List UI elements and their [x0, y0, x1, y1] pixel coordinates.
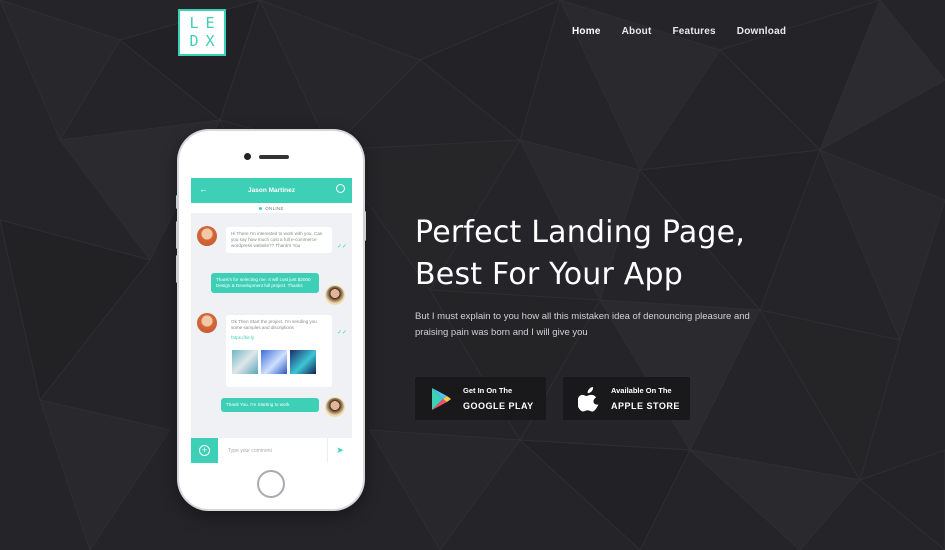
phone-screen: ← Jason Martinez ONLINE Hi There I'm int…	[191, 178, 352, 463]
logo[interactable]: L E D X	[178, 9, 226, 56]
hero-headline: Perfect Landing Page, Best For Your App	[415, 212, 815, 296]
avatar	[325, 397, 345, 417]
apple-icon	[577, 386, 601, 412]
sample-image[interactable]	[290, 350, 316, 374]
chat-header: ← Jason Martinez	[191, 178, 352, 203]
logo-letter: D	[189, 31, 199, 50]
hero-headline-line2: Best For Your App	[415, 257, 683, 292]
add-attachment-button[interactable]: +	[191, 438, 218, 463]
avatar	[197, 313, 217, 333]
back-arrow-icon[interactable]: ←	[199, 185, 208, 194]
read-check-icon: ✓✓	[337, 330, 348, 336]
phone-volume-up	[176, 221, 179, 249]
chat-message: Thank's for selecting me. It will cost j…	[211, 273, 319, 293]
apple-store-button[interactable]: Available On The APPLE STORE	[563, 377, 690, 420]
phone-home-button	[257, 470, 285, 498]
google-play-small-text: Get In On The	[463, 386, 513, 395]
read-check-icon: ✓✓	[337, 244, 348, 250]
chat-message-text: Ok Then Start the project. I'm sending y…	[231, 319, 317, 330]
phone-mute-switch	[176, 195, 179, 209]
avatar	[197, 226, 217, 246]
avatar	[325, 285, 345, 305]
send-icon[interactable]: ➤	[327, 438, 352, 463]
chat-compose-bar: + Type your comment ➤	[191, 438, 352, 463]
nav-link-about[interactable]: About	[622, 26, 652, 37]
sample-image[interactable]	[261, 350, 287, 374]
logo-letter: E	[205, 14, 215, 33]
nav-link-home[interactable]: Home	[572, 26, 601, 37]
apple-store-small-text: Available On The	[611, 386, 672, 395]
chat-message: Thank You. I'm Starting to work	[221, 398, 319, 412]
search-icon[interactable]	[336, 184, 345, 193]
apple-store-big-text: APPLE STORE	[611, 401, 680, 411]
logo-letter: X	[205, 31, 215, 50]
logo-letter: L	[189, 14, 199, 33]
hero-headline-line1: Perfect Landing Page,	[415, 215, 746, 250]
comment-input[interactable]: Type your comment	[218, 448, 327, 454]
phone-mockup: ← Jason Martinez ONLINE Hi There I'm int…	[176, 131, 366, 509]
google-play-big-text: GOOGLE PLAY	[463, 401, 534, 411]
nav-link-download[interactable]: Download	[737, 26, 786, 37]
main-nav: Home About Features Download	[572, 26, 807, 37]
online-status-text: ONLINE	[265, 205, 284, 211]
online-status: ONLINE	[191, 203, 352, 213]
phone-camera	[244, 153, 251, 160]
hero-subtext: But I must explain to you how all this m…	[415, 311, 750, 338]
online-dot-icon	[259, 206, 263, 210]
google-play-icon	[429, 386, 453, 412]
plus-icon: +	[199, 445, 210, 456]
sample-image[interactable]	[232, 350, 258, 374]
phone-volume-down	[176, 255, 179, 283]
chat-contact-name: Jason Martinez	[248, 187, 295, 194]
google-play-button[interactable]: Get In On The GOOGLE PLAY	[415, 377, 546, 420]
phone-power-button	[363, 211, 366, 241]
phone-speaker	[259, 155, 289, 159]
chat-message: Hi There I'm interested to work with you…	[226, 227, 332, 253]
nav-link-features[interactable]: Features	[672, 26, 715, 37]
chat-message-link[interactable]: https://bit.ly	[231, 335, 327, 341]
